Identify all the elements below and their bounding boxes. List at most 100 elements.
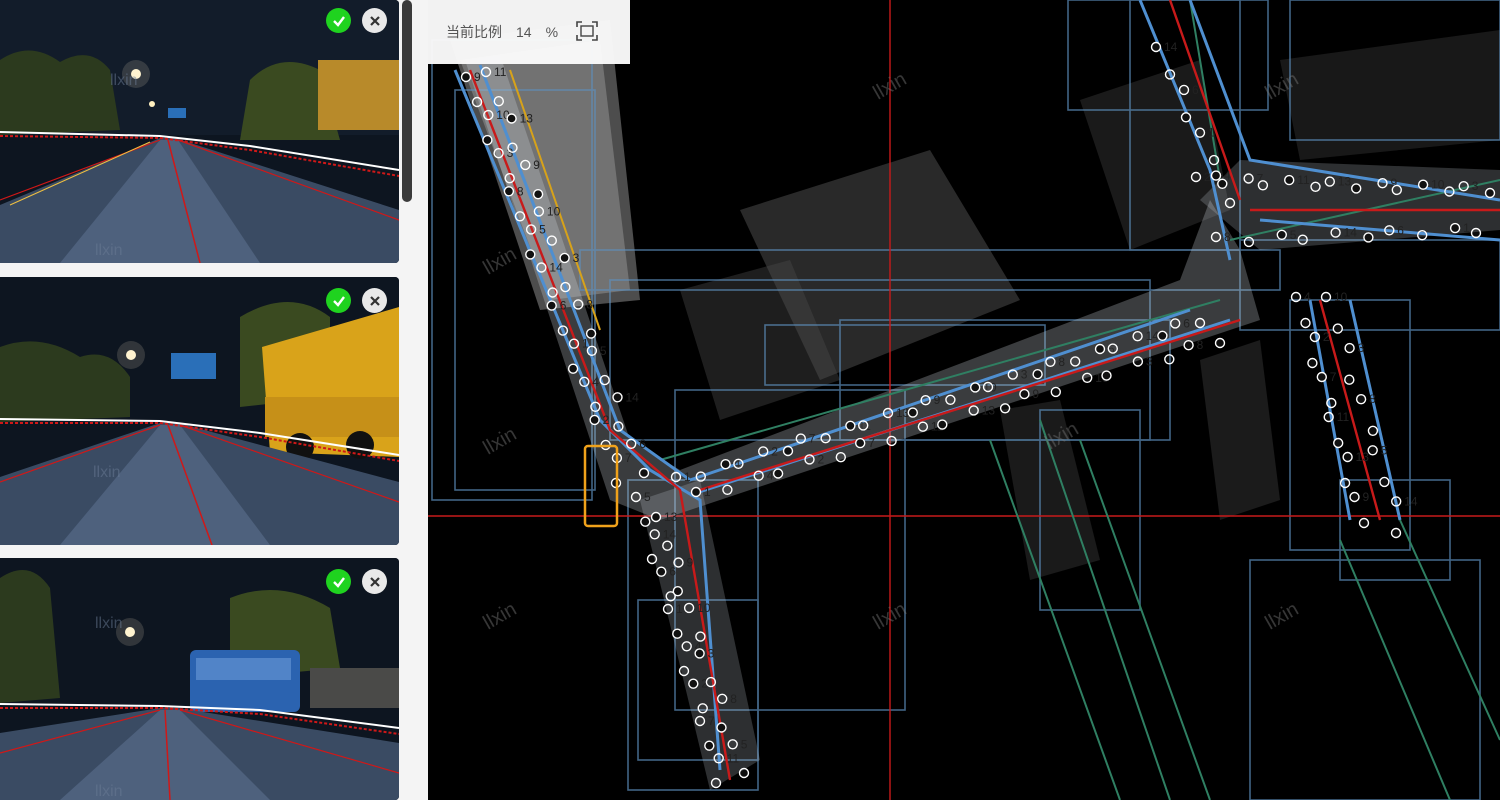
control-point[interactable] — [1350, 183, 1362, 194]
control-point[interactable] — [690, 486, 702, 498]
control-point[interactable] — [1194, 317, 1206, 329]
control-point[interactable] — [590, 401, 601, 412]
control-point[interactable] — [704, 740, 715, 751]
control-point[interactable] — [1208, 154, 1220, 166]
control-point[interactable] — [480, 66, 492, 78]
control-point[interactable] — [1150, 41, 1162, 53]
control-point[interactable] — [713, 753, 724, 764]
control-point[interactable] — [546, 300, 557, 311]
camera-frame-3[interactable]: llxin llxin — [0, 558, 399, 800]
control-point[interactable] — [649, 529, 660, 540]
control-point[interactable] — [1214, 337, 1226, 349]
control-point[interactable] — [503, 186, 515, 197]
control-point[interactable] — [1307, 357, 1318, 369]
control-point[interactable] — [1458, 180, 1469, 192]
control-point[interactable] — [804, 454, 815, 465]
camera-frame-1[interactable]: llxin llxin — [0, 0, 399, 263]
control-point[interactable] — [514, 211, 526, 222]
control-point[interactable] — [672, 628, 683, 639]
control-point[interactable] — [599, 374, 610, 386]
control-point[interactable] — [471, 96, 483, 108]
control-point[interactable] — [968, 405, 979, 416]
control-point[interactable] — [1081, 372, 1093, 383]
control-point[interactable] — [694, 715, 706, 727]
control-point[interactable] — [1377, 177, 1388, 189]
control-point[interactable] — [612, 392, 623, 403]
control-point[interactable] — [1417, 179, 1429, 190]
confirm-button[interactable] — [326, 8, 351, 33]
control-point[interactable] — [716, 722, 727, 733]
control-point[interactable] — [1178, 84, 1190, 96]
control-point[interactable] — [650, 511, 662, 523]
control-point[interactable] — [1310, 181, 1321, 193]
control-point[interactable] — [1484, 187, 1496, 199]
control-point[interactable] — [722, 484, 733, 495]
control-point[interactable] — [520, 159, 531, 171]
control-point[interactable] — [1045, 356, 1056, 367]
control-point[interactable] — [772, 468, 784, 479]
control-point[interactable] — [705, 676, 717, 688]
control-point[interactable] — [920, 395, 931, 406]
control-point[interactable] — [820, 433, 831, 444]
control-point[interactable] — [1094, 343, 1106, 355]
control-point[interactable] — [532, 188, 544, 200]
control-point[interactable] — [1332, 437, 1344, 449]
control-point[interactable] — [1309, 331, 1321, 343]
control-point[interactable] — [1243, 236, 1255, 248]
control-point[interactable] — [1391, 184, 1403, 196]
control-point[interactable] — [1342, 451, 1353, 463]
control-point[interactable] — [1355, 394, 1367, 405]
control-point[interactable] — [1169, 318, 1181, 329]
control-point[interactable] — [733, 458, 744, 469]
control-point[interactable] — [1107, 343, 1119, 354]
control-point[interactable] — [945, 394, 956, 405]
control-point[interactable] — [525, 249, 536, 260]
scrollbar-thumb[interactable] — [402, 0, 412, 202]
dismiss-button[interactable] — [362, 8, 387, 33]
control-point[interactable] — [1157, 330, 1168, 341]
control-point[interactable] — [982, 381, 994, 393]
control-point[interactable] — [1210, 231, 1222, 243]
control-point[interactable] — [1019, 388, 1030, 400]
control-point[interactable] — [662, 540, 673, 551]
control-point[interactable] — [504, 172, 515, 184]
control-point[interactable] — [970, 382, 981, 393]
control-point[interactable] — [662, 603, 674, 615]
control-point[interactable] — [937, 419, 948, 430]
control-point[interactable] — [1180, 112, 1192, 123]
control-point[interactable] — [536, 262, 547, 273]
control-point[interactable] — [673, 557, 684, 568]
control-point[interactable] — [1384, 225, 1395, 236]
control-point[interactable] — [1007, 369, 1018, 380]
control-point[interactable] — [1283, 174, 1295, 186]
control-point[interactable] — [579, 376, 590, 387]
camera-frame-2[interactable]: llxin — [0, 277, 399, 545]
control-point[interactable] — [557, 325, 569, 336]
control-point[interactable] — [795, 433, 806, 444]
control-point[interactable] — [1323, 411, 1334, 423]
control-point[interactable] — [999, 403, 1011, 414]
control-point[interactable] — [1257, 180, 1269, 191]
control-point[interactable] — [695, 471, 706, 482]
control-point[interactable] — [1390, 527, 1402, 539]
control-point[interactable] — [586, 345, 598, 356]
control-point[interactable] — [1316, 371, 1328, 383]
control-point[interactable] — [670, 471, 682, 483]
confirm-button[interactable] — [326, 569, 351, 594]
map-canvas[interactable]: 9103851461427111391038514614271113910385… — [428, 0, 1500, 800]
control-point[interactable] — [1326, 397, 1337, 409]
dismiss-button[interactable] — [362, 569, 387, 594]
control-point[interactable] — [678, 665, 690, 677]
control-point[interactable] — [585, 328, 597, 339]
control-point[interactable] — [720, 459, 731, 470]
control-point[interactable] — [493, 147, 504, 159]
confirm-button[interactable] — [326, 288, 351, 313]
control-point[interactable] — [1183, 340, 1194, 351]
control-point[interactable] — [1349, 491, 1360, 503]
control-point[interactable] — [1339, 477, 1351, 489]
control-point[interactable] — [525, 224, 537, 235]
control-point[interactable] — [683, 602, 695, 614]
control-point[interactable] — [547, 287, 558, 298]
control-point[interactable] — [1290, 291, 1302, 303]
control-point[interactable] — [1243, 173, 1254, 184]
